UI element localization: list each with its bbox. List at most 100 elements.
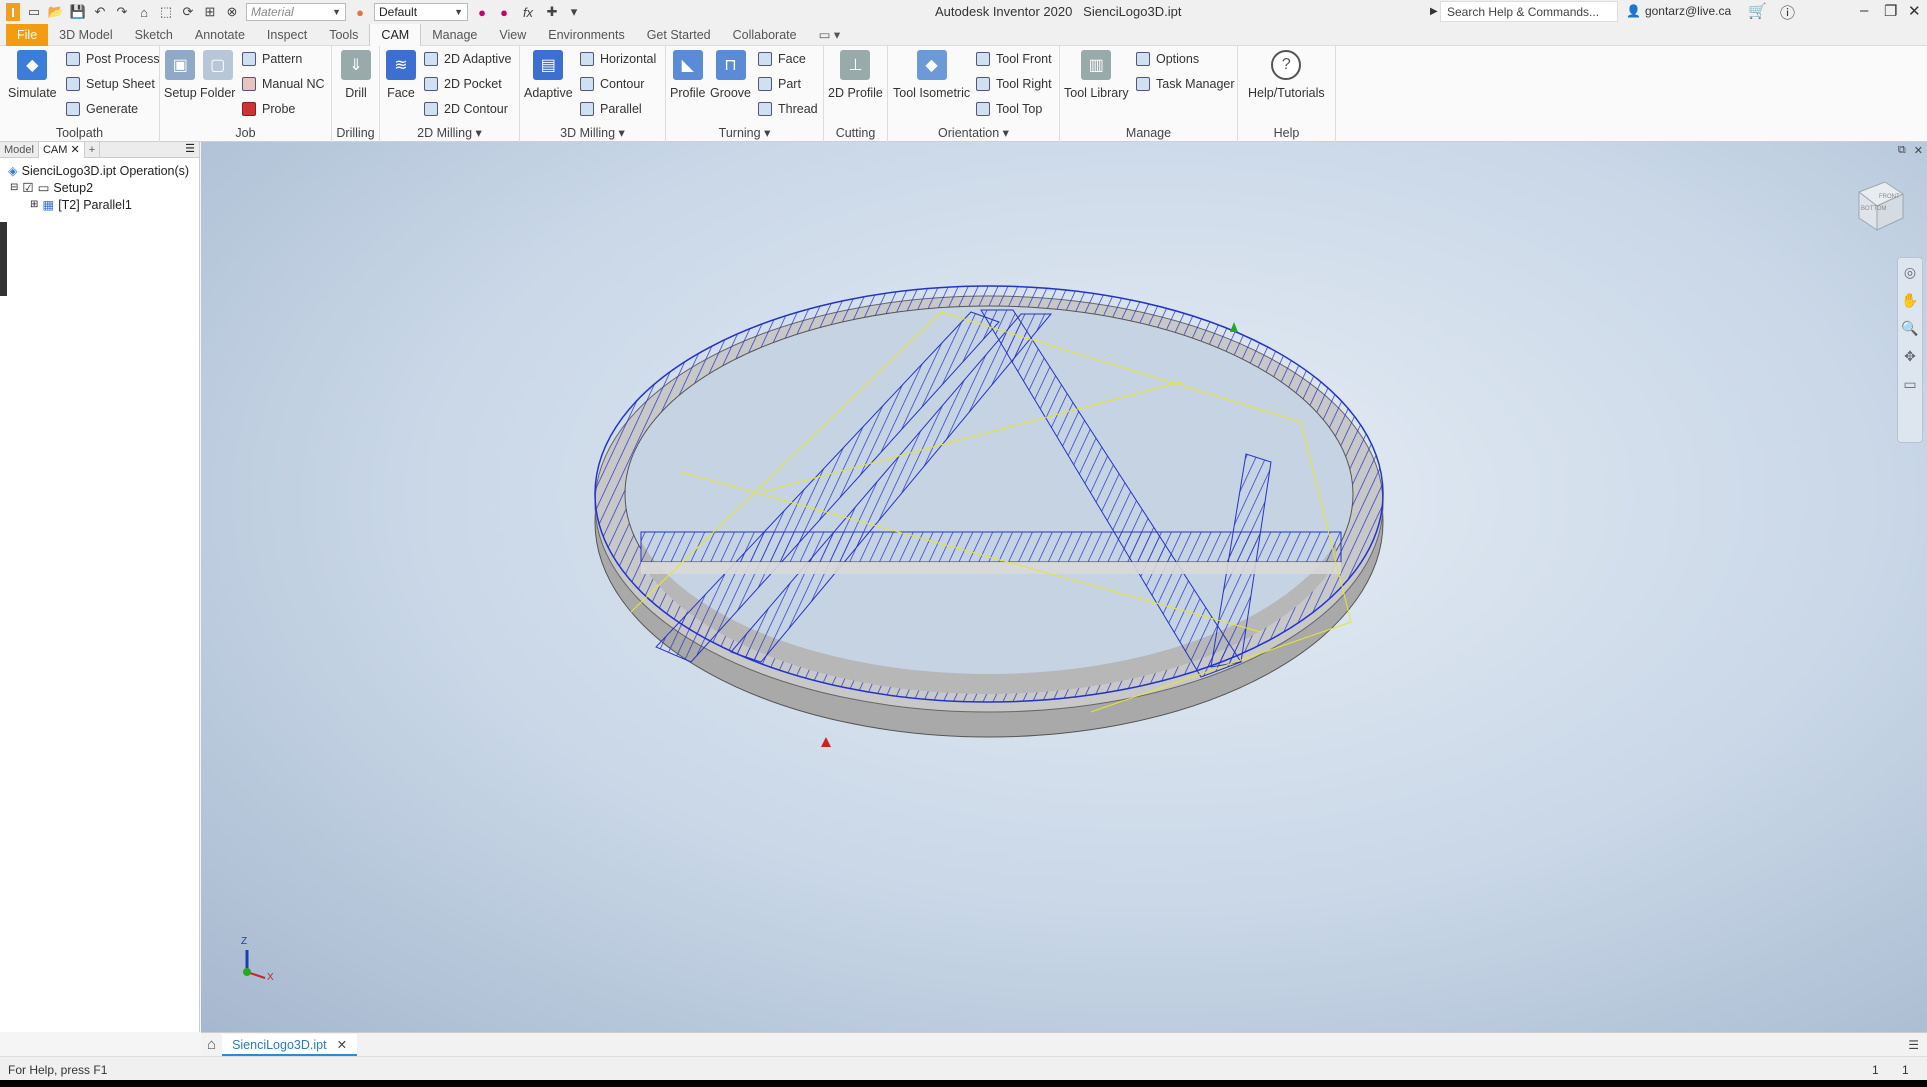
tool-library-button[interactable]: ▥ Tool Library bbox=[1064, 50, 1129, 100]
expand-icon[interactable]: ⊞ bbox=[30, 199, 38, 210]
drill-button[interactable]: ⇓ Drill bbox=[341, 50, 371, 100]
user-account[interactable]: 👤 gontarz@live.ca bbox=[1626, 4, 1731, 18]
doc-tab-sienci[interactable]: SienciLogo3D.ipt ✕ bbox=[222, 1033, 358, 1056]
tree-root[interactable]: ◈ SienciLogo3D.ipt Operation(s) bbox=[8, 162, 199, 179]
new-file-icon[interactable]: ▭ bbox=[26, 4, 42, 20]
model-canvas[interactable] bbox=[201, 142, 1927, 1032]
probe-button[interactable]: Probe bbox=[242, 102, 295, 116]
post-process-button[interactable]: Post Process bbox=[66, 52, 160, 66]
ribbon-options-icon[interactable]: ▭ ▾ bbox=[808, 24, 852, 46]
home-icon[interactable]: ⌂ bbox=[136, 4, 152, 20]
thread-button[interactable]: Thread bbox=[758, 102, 818, 116]
2d-profile-button[interactable]: ⊥ 2D Profile bbox=[828, 50, 883, 100]
tab-3d-model[interactable]: 3D Model bbox=[48, 24, 124, 46]
parallel-button[interactable]: Parallel bbox=[580, 102, 642, 116]
cart-icon[interactable]: 🛒 bbox=[1748, 2, 1767, 20]
help-tutorials-button[interactable]: ? Help/Tutorials bbox=[1248, 50, 1325, 100]
inventor-logo-icon[interactable]: I bbox=[6, 3, 20, 21]
tab-get-started[interactable]: Get Started bbox=[636, 24, 722, 46]
setup-button[interactable]: ▣ Setup bbox=[164, 50, 197, 100]
open-file-icon[interactable]: 📂 bbox=[48, 4, 64, 20]
adjust-appearance-icon[interactable]: ● bbox=[474, 4, 490, 20]
zoom-icon[interactable]: 🔍 bbox=[1898, 314, 1922, 342]
close-icon[interactable]: ✕ bbox=[1908, 2, 1921, 20]
home-icon[interactable]: ⌂ bbox=[207, 1036, 216, 1053]
cancel-icon[interactable]: ⊗ bbox=[224, 4, 240, 20]
profile-button[interactable]: ◣ Profile bbox=[670, 50, 705, 100]
search-input[interactable]: Search Help & Commands... bbox=[1440, 1, 1618, 22]
folder-button[interactable]: ▢ Folder bbox=[200, 50, 235, 100]
tab-tools[interactable]: Tools bbox=[318, 24, 369, 46]
steering-wheel-icon[interactable]: ◎ bbox=[1898, 258, 1922, 286]
add-icon[interactable]: ✚ bbox=[544, 4, 560, 20]
2d-adaptive-button[interactable]: 2D Adaptive bbox=[424, 52, 511, 66]
part-button[interactable]: Part bbox=[758, 77, 801, 91]
save-icon[interactable]: 💾 bbox=[70, 4, 86, 20]
tab-file[interactable]: File bbox=[6, 23, 49, 46]
tab-view[interactable]: View bbox=[488, 24, 537, 46]
clear-appearance-icon[interactable]: ● bbox=[496, 4, 512, 20]
close-view-icon[interactable]: ✕ bbox=[1914, 144, 1923, 157]
minimize-icon[interactable]: – bbox=[1860, 2, 1868, 19]
maximize-view-icon[interactable]: ⧉ bbox=[1898, 144, 1906, 157]
tab-inspect[interactable]: Inspect bbox=[256, 24, 318, 46]
select-icon[interactable]: ⬚ bbox=[158, 4, 174, 20]
tab-cam[interactable]: CAM bbox=[369, 23, 422, 46]
tree-setup[interactable]: ⊟ ☑ ▭ Setup2 bbox=[8, 179, 199, 196]
panel-title-dropdown[interactable]: 2D Milling ▾ bbox=[380, 125, 519, 140]
menu-icon[interactable]: ☰ bbox=[185, 142, 195, 155]
color-sphere-icon[interactable]: ● bbox=[352, 4, 368, 20]
tree-operation[interactable]: ⊞ ▦ [T2] Parallel1 bbox=[8, 196, 199, 213]
measure-icon[interactable]: ⊞ bbox=[202, 4, 218, 20]
horizontal-button[interactable]: Horizontal bbox=[580, 52, 656, 66]
tool-front-button[interactable]: Tool Front bbox=[976, 52, 1052, 66]
viewcube-front-label[interactable]: FRONT bbox=[1879, 194, 1900, 200]
setup-sheet-button[interactable]: Setup Sheet bbox=[66, 77, 155, 91]
panel-title-dropdown[interactable]: 3D Milling ▾ bbox=[520, 125, 665, 140]
panel-title-dropdown[interactable]: Orientation ▾ bbox=[888, 125, 1059, 140]
collapse-icon[interactable]: ⊟ bbox=[10, 182, 18, 193]
update-icon[interactable]: ⟳ bbox=[180, 4, 196, 20]
undo-icon[interactable]: ↶ bbox=[92, 4, 108, 20]
generate-button[interactable]: Generate bbox=[66, 102, 138, 116]
pattern-button[interactable]: Pattern bbox=[242, 52, 302, 66]
doc-menu-icon[interactable]: ☰ bbox=[1908, 1038, 1919, 1052]
panel-title-dropdown[interactable]: Turning ▾ bbox=[666, 125, 823, 140]
add-tab-icon[interactable]: + bbox=[85, 141, 101, 158]
simulate-button[interactable]: ◆ Simulate bbox=[8, 50, 57, 100]
manual-nc-button[interactable]: Manual NC bbox=[242, 77, 325, 91]
close-icon[interactable]: ✕ bbox=[70, 144, 79, 156]
expand-arrow-icon[interactable]: ▶ bbox=[1430, 6, 1438, 17]
viewcube-bottom-label[interactable]: BOTTOM bbox=[1861, 206, 1887, 212]
turning-face-button[interactable]: Face bbox=[758, 52, 806, 66]
parameters-icon[interactable]: fx bbox=[518, 4, 538, 20]
checkbox-icon[interactable]: ☑ bbox=[22, 180, 33, 195]
options-button[interactable]: Options bbox=[1136, 52, 1199, 66]
2d-contour-button[interactable]: 2D Contour bbox=[424, 102, 508, 116]
tab-sketch[interactable]: Sketch bbox=[124, 24, 184, 46]
restore-icon[interactable]: ❐ bbox=[1884, 2, 1897, 20]
tool-top-button[interactable]: Tool Top bbox=[976, 102, 1042, 116]
graphics-viewport[interactable]: FRONT BOTTOM ⧉ ✕ ◎ ✋ 🔍 ✥ ▭ Z X bbox=[201, 142, 1927, 1032]
task-manager-button[interactable]: Task Manager bbox=[1136, 77, 1235, 91]
tab-collaborate[interactable]: Collaborate bbox=[722, 24, 808, 46]
customize-icon[interactable]: ▾ bbox=[566, 4, 582, 20]
help-icon[interactable]: ⓘ bbox=[1780, 2, 1795, 23]
viewcube[interactable]: FRONT BOTTOM bbox=[1851, 178, 1907, 234]
adaptive-button[interactable]: ▤ Adaptive bbox=[524, 50, 573, 100]
tab-manage[interactable]: Manage bbox=[421, 24, 488, 46]
tool-isometric-button[interactable]: ◆ Tool Isometric bbox=[893, 50, 970, 100]
tab-environments[interactable]: Environments bbox=[537, 24, 635, 46]
tab-cam-browser[interactable]: CAM ✕ bbox=[38, 141, 85, 158]
orbit-icon[interactable]: ✥ bbox=[1898, 342, 1922, 370]
2d-pocket-button[interactable]: 2D Pocket bbox=[424, 77, 502, 91]
close-icon[interactable]: ✕ bbox=[337, 1034, 347, 1054]
tab-model[interactable]: Model bbox=[0, 141, 39, 158]
groove-button[interactable]: ⊓ Groove bbox=[710, 50, 751, 100]
pan-icon[interactable]: ✋ bbox=[1898, 286, 1922, 314]
look-at-icon[interactable]: ▭ bbox=[1898, 370, 1922, 398]
material-dropdown[interactable]: Material ▼ bbox=[246, 3, 346, 21]
redo-icon[interactable]: ↷ bbox=[114, 4, 130, 20]
face-button[interactable]: ≋ Face bbox=[386, 50, 416, 100]
tab-annotate[interactable]: Annotate bbox=[184, 24, 256, 46]
